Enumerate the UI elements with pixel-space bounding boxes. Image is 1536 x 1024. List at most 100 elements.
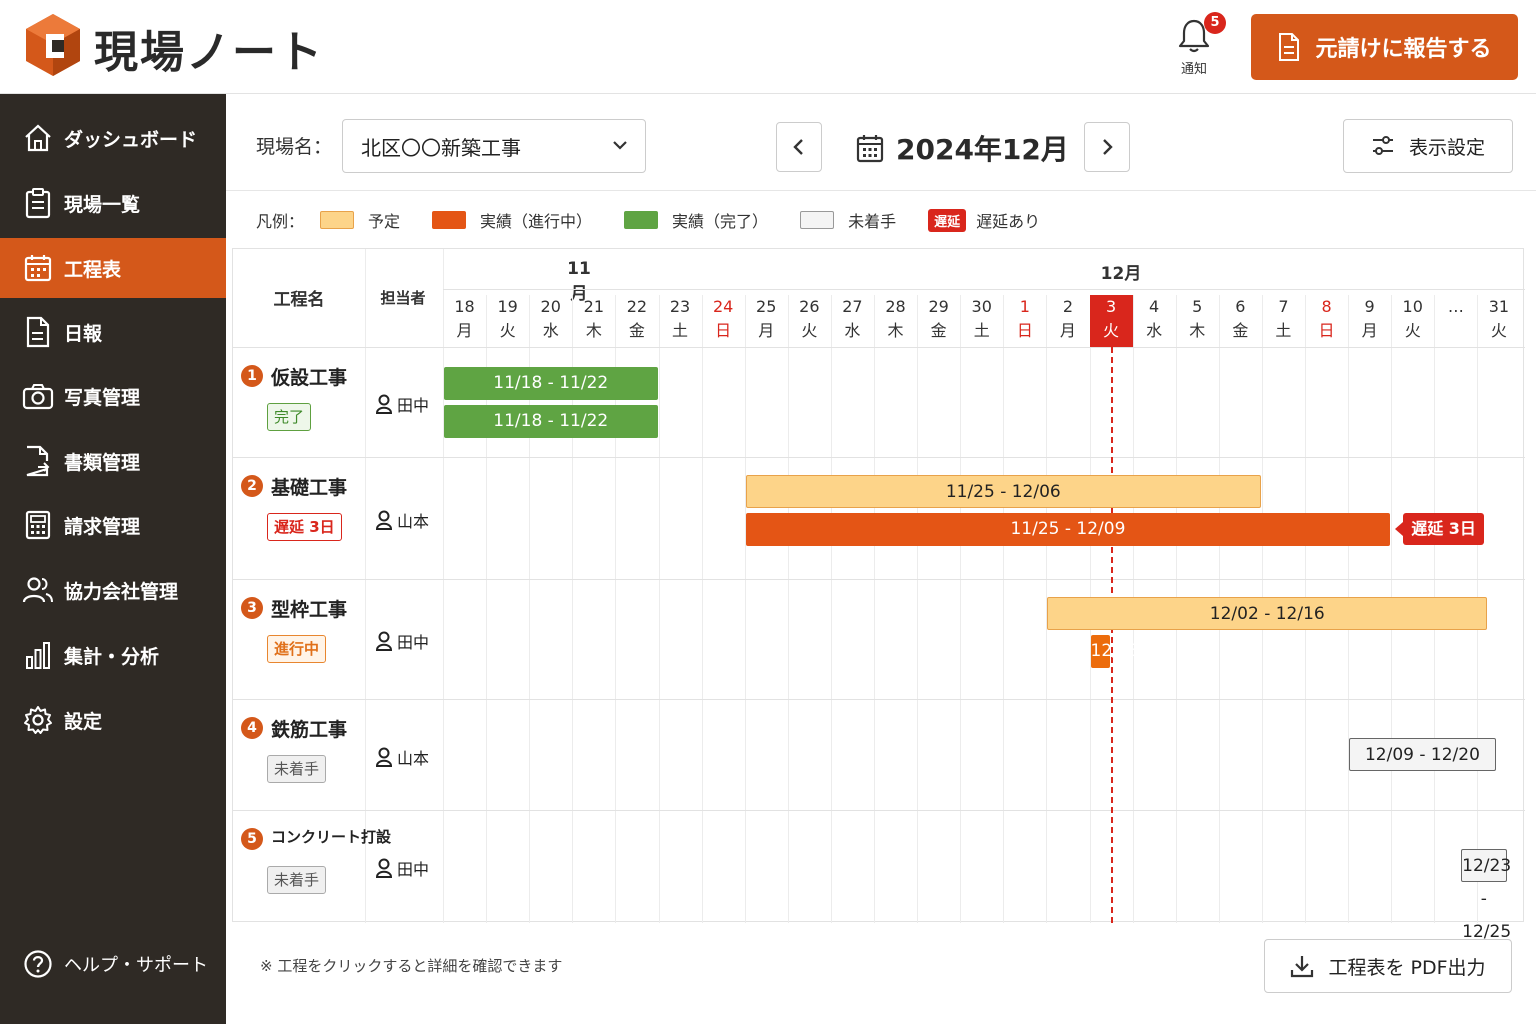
hexagon-logo-icon bbox=[26, 14, 80, 76]
task-name[interactable]: 型枠工事 bbox=[271, 595, 347, 622]
day-header: 10 火 bbox=[1391, 295, 1434, 347]
chevron-left-icon bbox=[793, 139, 803, 155]
help-icon bbox=[20, 946, 56, 982]
sidebar-item-site-list[interactable]: 現場一覧 bbox=[0, 173, 226, 233]
assignee-name: 田中 bbox=[397, 860, 430, 879]
calculator-icon bbox=[20, 507, 56, 543]
app-name: 現場ノート bbox=[94, 27, 324, 78]
sidebar-item-partners[interactable]: 協力会社管理 bbox=[0, 560, 226, 620]
day-number: 23 bbox=[669, 297, 691, 316]
day-number: … bbox=[1447, 297, 1464, 316]
grid-line bbox=[830, 295, 832, 923]
chevron-right-icon bbox=[1103, 139, 1113, 155]
sidebar-item-daily-report[interactable]: 日報 bbox=[0, 302, 226, 362]
grid-line bbox=[874, 295, 875, 923]
schedule-bar[interactable]: 12/02 - 12/16 bbox=[1047, 597, 1488, 630]
sidebar-item-photos[interactable]: 写真管理 bbox=[0, 366, 226, 426]
sidebar-item-label: 工程表 bbox=[64, 258, 122, 281]
export-pdf-button[interactable]: 工程表を PDF出力 bbox=[1264, 939, 1512, 993]
document-icon bbox=[1279, 33, 1300, 61]
day-header: 23 土 bbox=[659, 295, 702, 347]
report-to-contractor-button[interactable]: 元請けに報告する bbox=[1251, 14, 1518, 80]
legend-swatch bbox=[800, 211, 835, 229]
grid-line bbox=[233, 699, 1525, 700]
schedule-bar[interactable]: 11/18 - 11/22 bbox=[444, 367, 658, 400]
day-header: 18 月 bbox=[443, 295, 486, 347]
sidebar-item-label: 協力会社管理 bbox=[64, 580, 179, 603]
status-badge: 遅延 3日 bbox=[267, 513, 342, 541]
sidebar-item-label: 集計・分析 bbox=[64, 645, 160, 668]
schedule-bar[interactable]: 11/25 - 12/06 bbox=[745, 475, 1261, 508]
day-weekday: 火 bbox=[499, 321, 516, 340]
grid-line bbox=[960, 295, 962, 923]
prev-month-button[interactable] bbox=[776, 122, 822, 172]
document-icon bbox=[20, 314, 56, 350]
task-name[interactable]: 基礎工事 bbox=[271, 473, 347, 500]
sidebar-item-analytics[interactable]: 集計・分析 bbox=[0, 625, 226, 685]
toolbar-divider bbox=[226, 190, 1536, 191]
schedule-bar[interactable]: 11/18 - 11/22 bbox=[444, 405, 658, 438]
day-weekday: 金 bbox=[1232, 321, 1249, 340]
camera-icon bbox=[20, 378, 56, 414]
sidebar-item-schedule[interactable]: 工程表 bbox=[0, 238, 226, 298]
next-month-button[interactable] bbox=[1084, 122, 1130, 172]
day-number: 1 bbox=[1019, 297, 1030, 316]
sidebar-item-billing[interactable]: 請求管理 bbox=[0, 495, 226, 555]
schedule-bar[interactable]: 11/25 - 12/09 bbox=[745, 513, 1391, 546]
task-number: 5 bbox=[241, 828, 263, 850]
user-icon bbox=[375, 631, 393, 651]
site-select[interactable]: 北区〇〇新築工事 bbox=[342, 119, 646, 173]
gantt-chart: 工程名 担当者 11月 12月 18 月 19 火 20 水 21 木 22 金 23 土 24 日 25 月… bbox=[232, 248, 1525, 942]
sidebar-item-settings[interactable]: 設定 bbox=[0, 690, 226, 750]
day-number: 10 bbox=[1402, 297, 1423, 316]
day-number: 2 bbox=[1062, 297, 1074, 316]
file-share-icon bbox=[20, 443, 56, 479]
sidebar-item-dashboard[interactable]: ダッシュボード bbox=[0, 108, 226, 168]
notifications-button[interactable]: 通知 5 bbox=[1170, 12, 1226, 82]
day-weekday: 土 bbox=[672, 321, 689, 340]
grid-line bbox=[701, 295, 703, 923]
day-header: 19 火 bbox=[486, 295, 529, 347]
gear-icon bbox=[20, 702, 56, 738]
display-settings-button[interactable]: 表示設定 bbox=[1343, 119, 1513, 173]
day-header: 9月 bbox=[1348, 295, 1391, 347]
sidebar-item-label: 写真管理 bbox=[64, 386, 141, 409]
day-header: 27 水 bbox=[831, 295, 874, 347]
grid-line bbox=[787, 295, 789, 923]
assignee-name: 山本 bbox=[397, 512, 430, 531]
status-badge: 進行中 bbox=[267, 635, 327, 663]
day-number: 20 bbox=[540, 297, 561, 316]
day-header: 8日 bbox=[1305, 295, 1348, 347]
day-number: 5 bbox=[1192, 297, 1203, 316]
day-header: 2月 bbox=[1046, 295, 1089, 347]
schedule-bar[interactable]: 12/09 - 12/20 bbox=[1349, 737, 1496, 771]
site-label: 現場名： bbox=[256, 136, 333, 158]
report-button-label: 元請けに報告する bbox=[1315, 37, 1492, 62]
grid-line bbox=[744, 295, 746, 923]
day-header: 22 金 bbox=[615, 295, 658, 347]
day-header: 5木 bbox=[1176, 295, 1219, 347]
task-number: 2 bbox=[241, 475, 263, 497]
schedule-bar[interactable]: 12/03 - 進行中 bbox=[1090, 635, 1140, 793]
schedule-bar[interactable]: 12/23 - 12/25 bbox=[1461, 849, 1511, 942]
day-header: 24 日 bbox=[702, 295, 745, 347]
status-badge: 完了 bbox=[267, 403, 312, 431]
task-name[interactable]: 鉄筋工事 bbox=[271, 715, 347, 742]
status-badge: 未着手 bbox=[267, 866, 327, 894]
day-weekday: 火 bbox=[801, 321, 818, 340]
day-number: 26 bbox=[799, 297, 820, 316]
task-name[interactable]: コンクリート打設 bbox=[271, 826, 391, 847]
sidebar-item-label: 設定 bbox=[64, 710, 103, 733]
day-weekday: 日 bbox=[1016, 321, 1033, 340]
grid-line bbox=[658, 295, 660, 923]
assignee: 山本 bbox=[375, 745, 429, 769]
help-support-link[interactable]: ヘルプ・サポート bbox=[0, 934, 226, 994]
legend-label: 遅延あり bbox=[976, 212, 1041, 231]
bar-chart-icon bbox=[20, 637, 56, 673]
day-header: 31 火 bbox=[1477, 295, 1520, 347]
task-name[interactable]: 仮設工事 bbox=[271, 363, 347, 390]
day-number: 24 bbox=[712, 297, 734, 316]
legend-label: 未着手 bbox=[848, 212, 897, 231]
delay-tag: 遅延 bbox=[928, 208, 967, 232]
sidebar-item-documents[interactable]: 書類管理 bbox=[0, 431, 226, 491]
